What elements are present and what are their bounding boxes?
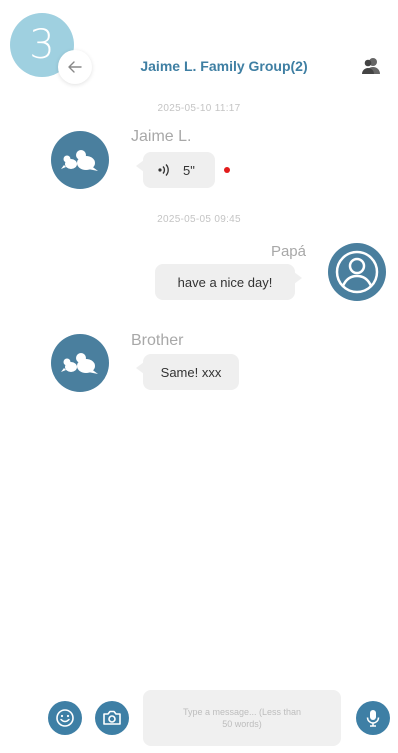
- sender-name: Papá: [270, 243, 306, 260]
- text-message-bubble[interactable]: have a nice day!: [155, 264, 302, 300]
- chat-title: Jaime L. Family Group(2): [140, 58, 308, 74]
- emoji-button[interactable]: [48, 701, 82, 735]
- group-members-icon[interactable]: [360, 55, 382, 77]
- text-message-bubble[interactable]: Same! xxx: [136, 354, 239, 390]
- voice-message-bubble[interactable]: 5": [136, 152, 215, 188]
- camera-icon: [103, 710, 121, 725]
- emoji-icon: [56, 709, 74, 727]
- avatar[interactable]: [328, 243, 386, 301]
- message-text: have a nice day!: [177, 274, 273, 290]
- avatar[interactable]: [51, 131, 109, 189]
- timestamp: 2025-05-10 11:17: [157, 103, 241, 114]
- message-input-placeholder: Type a message... (Less than 50 words): [182, 707, 302, 729]
- camera-button[interactable]: [95, 701, 129, 735]
- sender-name: Brother: [131, 332, 184, 349]
- back-arrow-icon: [68, 61, 82, 73]
- avatar[interactable]: [51, 334, 109, 392]
- message-text: Same! xxx: [160, 364, 222, 380]
- person-avatar-icon: [335, 250, 379, 294]
- timestamp: 2025-05-05 09:45: [157, 214, 241, 225]
- voice-record-button[interactable]: [356, 701, 390, 735]
- back-button[interactable]: [58, 50, 92, 84]
- voice-duration: 5": [183, 162, 195, 178]
- microphone-icon: [366, 710, 380, 727]
- speaker-icon: [158, 164, 169, 176]
- sender-name: Jaime L.: [131, 128, 192, 145]
- bird-avatar-icon: [61, 353, 98, 374]
- message-input[interactable]: Type a message... (Less than 50 words): [143, 690, 341, 746]
- bird-avatar-icon: [61, 150, 98, 171]
- unread-indicator: [224, 167, 230, 173]
